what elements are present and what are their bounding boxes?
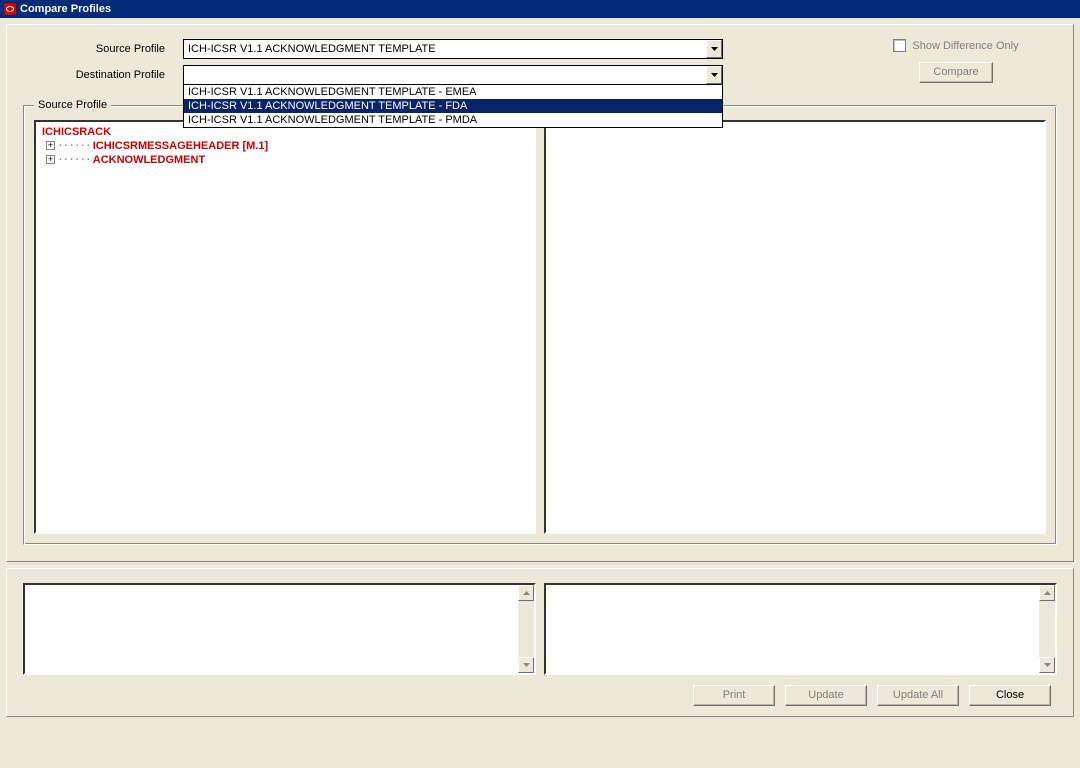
expand-icon[interactable]: + [46,141,55,150]
update-button[interactable]: Update [785,685,867,706]
destination-profile-dropdown-list: ICH-ICSR V1.1 ACKNOWLEDGMENT TEMPLATE - … [183,84,723,128]
compare-button[interactable]: Compare [919,62,993,83]
lower-panel: Print Update Update All Close [6,568,1074,717]
right-textarea[interactable] [544,583,1057,675]
show-difference-label: Show Difference Only [912,40,1018,52]
config-panel: Source Profile ICH-ICSR V1.1 ACKNOWLEDGM… [6,24,1074,562]
scroll-up-button[interactable] [1039,585,1055,601]
tree-child-messageheader[interactable]: ICHICSRMESSAGEHEADER [M.1] [93,140,268,152]
scrollbar[interactable] [1039,585,1055,673]
scrollbar[interactable] [518,585,534,673]
chevron-down-icon [711,73,718,77]
destination-option-fda[interactable]: ICH-ICSR V1.1 ACKNOWLEDGMENT TEMPLATE - … [184,99,722,113]
left-textarea[interactable] [23,583,536,675]
tree-child-acknowledgment[interactable]: ACKNOWLEDGMENT [93,154,205,166]
scroll-up-button[interactable] [518,585,534,601]
window-title: Compare Profiles [20,3,111,15]
chevron-up-icon [1044,591,1051,595]
chevron-down-icon [523,663,530,667]
chevron-up-icon [523,591,530,595]
source-tree-pane[interactable]: ICHICSRACK + ······ ICHICSRMESSAGEHEADER… [34,120,536,534]
source-profile-label: Source Profile [23,43,183,55]
chevron-down-icon [711,47,718,51]
destination-profile-combo[interactable]: ICH-ICSR V1.1 ACKNOWLEDGMENT TEMPLATE - … [183,65,723,85]
close-button[interactable]: Close [969,685,1051,706]
destination-option-pmda[interactable]: ICH-ICSR V1.1 ACKNOWLEDGMENT TEMPLATE - … [184,113,722,127]
source-profile-dropdown-button[interactable] [706,40,722,58]
destination-option-emea[interactable]: ICH-ICSR V1.1 ACKNOWLEDGMENT TEMPLATE - … [184,85,722,99]
chevron-down-icon [1044,663,1051,667]
source-profile-value: ICH-ICSR V1.1 ACKNOWLEDGMENT TEMPLATE [184,43,706,55]
tree-connector: ······ [57,139,91,152]
source-profile-group: Source Profile ICHICSRACK + ······ ICHIC… [23,105,1057,545]
show-difference-checkbox[interactable] [893,39,906,52]
update-all-button[interactable]: Update All [877,685,959,706]
tree-connector: ······ [57,153,91,166]
source-profile-combo[interactable]: ICH-ICSR V1.1 ACKNOWLEDGMENT TEMPLATE [183,39,723,59]
show-difference-row: Show Difference Only [893,39,1018,52]
scroll-down-button[interactable] [518,657,534,673]
print-button[interactable]: Print [693,685,775,706]
destination-profile-dropdown-button[interactable] [706,66,722,84]
destination-tree-pane[interactable] [544,120,1046,534]
oracle-icon [4,3,16,15]
title-bar: Compare Profiles [0,0,1080,18]
expand-icon[interactable]: + [46,155,55,164]
source-profile-group-title: Source Profile [34,99,111,111]
destination-profile-label: Destination Profile [23,69,183,81]
scroll-down-button[interactable] [1039,657,1055,673]
